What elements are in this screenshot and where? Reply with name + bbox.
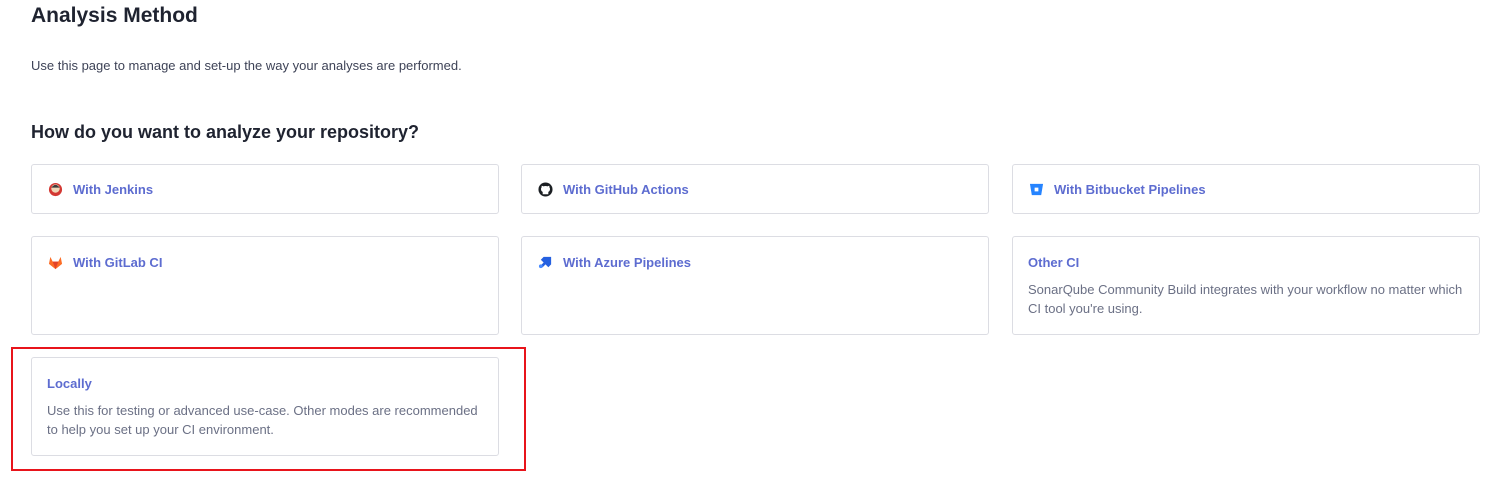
gitlab-icon — [47, 254, 63, 270]
option-other-ci[interactable]: Other CI SonarQube Community Build integ… — [1012, 236, 1480, 335]
option-label: Other CI — [1028, 254, 1080, 270]
page-title: Analysis Method — [31, 4, 198, 27]
option-label: Locally — [47, 375, 92, 391]
option-locally[interactable]: Locally Use this for testing or advanced… — [31, 357, 499, 456]
bitbucket-icon — [1028, 181, 1044, 197]
option-bitbucket-pipelines[interactable]: With Bitbucket Pipelines — [1012, 164, 1480, 214]
option-github-actions[interactable]: With GitHub Actions — [521, 164, 989, 214]
option-azure-pipelines[interactable]: With Azure Pipelines — [521, 236, 989, 335]
option-label: With Azure Pipelines — [563, 254, 691, 270]
github-icon — [537, 181, 553, 197]
page-description: Use this page to manage and set-up the w… — [31, 58, 462, 73]
option-label: With Bitbucket Pipelines — [1054, 181, 1206, 197]
option-description: SonarQube Community Build integrates wit… — [1028, 282, 1463, 316]
option-gitlab-ci[interactable]: With GitLab CI — [31, 236, 499, 335]
option-jenkins[interactable]: With Jenkins — [31, 164, 499, 214]
option-label: With Jenkins — [73, 181, 154, 197]
option-label: With GitHub Actions — [563, 181, 689, 197]
azure-pipelines-icon — [537, 254, 553, 270]
option-label: With GitLab CI — [73, 254, 163, 270]
section-heading: How do you want to analyze your reposito… — [31, 122, 420, 142]
option-description: Use this for testing or advanced use-cas… — [47, 403, 478, 437]
jenkins-icon — [47, 181, 63, 197]
